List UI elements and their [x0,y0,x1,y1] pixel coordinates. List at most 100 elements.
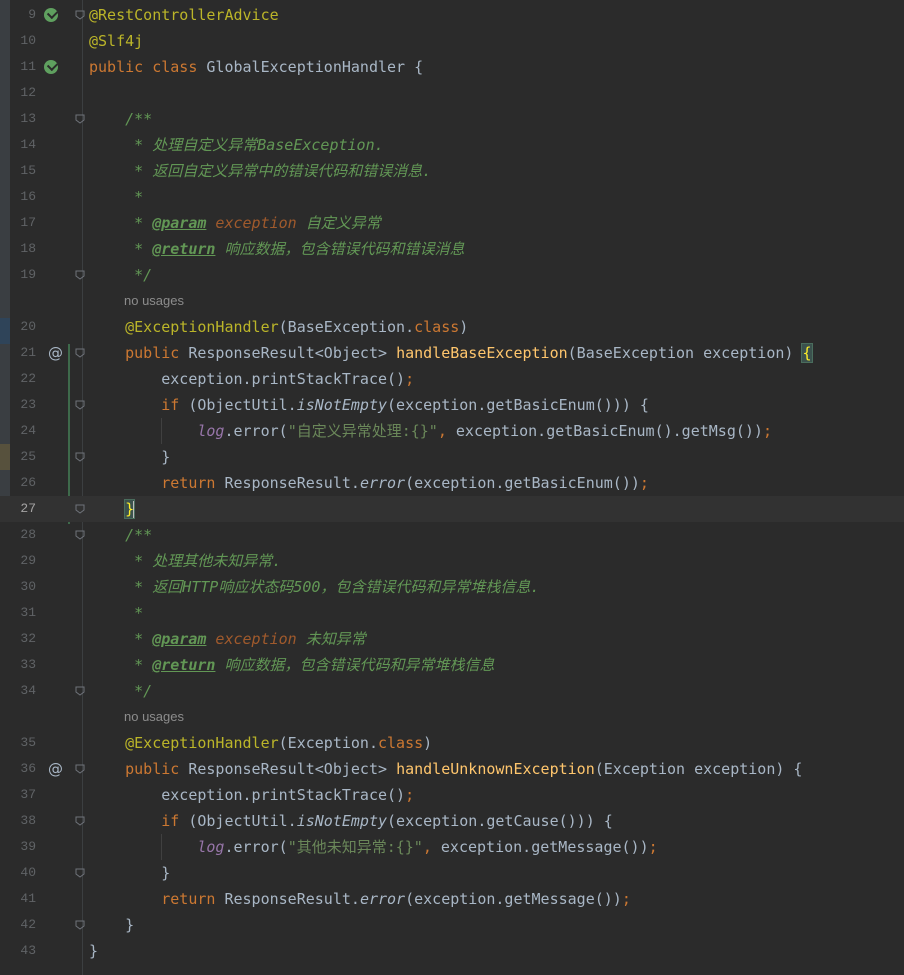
code-text[interactable]: } [89,860,170,886]
code-line[interactable]: 14 * 处理自定义异常BaseException. [0,132,904,158]
usages-hint[interactable]: no usages [124,288,184,314]
fold-icon[interactable] [75,452,85,462]
code-text[interactable]: return ResponseResult.error(exception.ge… [89,886,631,912]
line-number[interactable]: 25 [10,444,36,470]
line-number[interactable]: 22 [10,366,36,392]
line-number[interactable]: 23 [10,392,36,418]
code-text[interactable]: } [89,444,170,470]
code-line[interactable]: 17 * @param exception 自定义异常 [0,210,904,236]
code-text[interactable]: * 返回HTTP响应状态码500，包含错误代码和异常堆栈信息. [89,574,539,600]
spring-bean-icon[interactable] [44,8,58,22]
code-text[interactable]: */ [89,678,152,704]
code-line[interactable]: 15 * 返回自定义异常中的错误代码和错误消息. [0,158,904,184]
line-number[interactable]: 24 [10,418,36,444]
line-number[interactable]: 20 [10,314,36,340]
code-text[interactable]: * 处理自定义异常BaseException. [89,132,384,158]
line-number[interactable]: 30 [10,574,36,600]
line-number[interactable]: 12 [10,80,36,106]
line-number[interactable]: 37 [10,782,36,808]
line-number[interactable]: 26 [10,470,36,496]
code-line[interactable]: 42 } [0,912,904,938]
line-number[interactable]: 32 [10,626,36,652]
usages-hint[interactable]: no usages [124,704,184,730]
code-line[interactable]: 22 exception.printStackTrace(); [0,366,904,392]
line-number[interactable]: 39 [10,834,36,860]
request-mapping-icon[interactable]: @ [48,756,63,782]
code-line[interactable]: 23 if (ObjectUtil.isNotEmpty(exception.g… [0,392,904,418]
code-line[interactable]: 31 * [0,600,904,626]
fold-icon[interactable] [75,504,85,514]
code-text[interactable]: } [89,496,136,522]
fold-icon[interactable] [75,868,85,878]
line-number[interactable]: 11 [10,54,36,80]
code-line[interactable]: 18 * @return 响应数据，包含错误代码和错误消息 [0,236,904,262]
line-number[interactable]: 42 [10,912,36,938]
code-line[interactable]: 9 @RestControllerAdvice [0,2,904,28]
code-line[interactable]: 12 [0,80,904,106]
code-vision-hint-row[interactable]: no usages [0,288,904,314]
code-text[interactable]: */ [89,262,152,288]
line-number[interactable]: 40 [10,860,36,886]
code-line[interactable]: 43} [0,938,904,964]
line-number[interactable]: 38 [10,808,36,834]
line-number[interactable]: 16 [10,184,36,210]
line-number[interactable]: 35 [10,730,36,756]
code-line[interactable]: 25 } [0,444,904,470]
code-line[interactable]: 34 */ [0,678,904,704]
code-text[interactable]: @RestControllerAdvice [89,2,279,28]
line-number[interactable]: 43 [10,938,36,964]
line-number[interactable]: 31 [10,600,36,626]
code-text[interactable]: * [89,600,143,626]
code-text[interactable]: /** [89,106,152,132]
code-text[interactable]: * @param exception 未知异常 [89,626,366,652]
line-number[interactable]: 15 [10,158,36,184]
code-line[interactable]: 32 * @param exception 未知异常 [0,626,904,652]
code-line[interactable]: 20 @ExceptionHandler(BaseException.class… [0,314,904,340]
fold-icon[interactable] [75,530,85,540]
code-line[interactable]: 21 @ public ResponseResult<Object> handle… [0,340,904,366]
code-line[interactable]: 13 /** [0,106,904,132]
code-text[interactable]: @ExceptionHandler(Exception.class) [89,730,432,756]
code-line[interactable]: 39 log.error("其他未知异常:{}", exception.getM… [0,834,904,860]
code-line[interactable]: 33 * @return 响应数据，包含错误代码和异常堆栈信息 [0,652,904,678]
line-number[interactable]: 9 [10,2,36,28]
code-text[interactable]: } [89,938,98,964]
code-text[interactable]: public class GlobalExceptionHandler { [89,54,423,80]
code-text[interactable]: * @return 响应数据，包含错误代码和错误消息 [89,236,464,262]
code-line[interactable]: 27 } [0,496,904,522]
code-text[interactable]: if (ObjectUtil.isNotEmpty(exception.getB… [89,392,649,418]
fold-icon[interactable] [75,920,85,930]
fold-icon[interactable] [75,764,85,774]
code-line[interactable]: 24 log.error("自定义异常处理:{}", exception.get… [0,418,904,444]
line-number[interactable]: 28 [10,522,36,548]
spring-bean-icon[interactable] [44,60,58,74]
fold-icon[interactable] [75,270,85,280]
line-number[interactable]: 36 [10,756,36,782]
code-line[interactable]: 28 /** [0,522,904,548]
code-text[interactable]: @Slf4j [89,28,143,54]
line-number[interactable]: 14 [10,132,36,158]
code-text[interactable]: if (ObjectUtil.isNotEmpty(exception.getC… [89,808,613,834]
code-text[interactable]: exception.printStackTrace(); [89,366,414,392]
line-number[interactable]: 29 [10,548,36,574]
request-mapping-icon[interactable]: @ [48,340,63,366]
code-text[interactable]: * 处理其他未知异常. [89,548,281,574]
code-editor[interactable]: 9 @RestControllerAdvice 10 @Slf4j 11 public c… [0,0,904,975]
code-text[interactable]: return ResponseResult.error(exception.ge… [89,470,649,496]
line-number[interactable]: 34 [10,678,36,704]
fold-icon[interactable] [75,114,85,124]
line-number[interactable]: 21 [10,340,36,366]
code-line[interactable]: 29 * 处理其他未知异常. [0,548,904,574]
code-line[interactable]: 37 exception.printStackTrace(); [0,782,904,808]
code-text[interactable]: * @return 响应数据，包含错误代码和异常堆栈信息 [89,652,494,678]
line-number[interactable]: 33 [10,652,36,678]
code-vision-hint-row[interactable]: no usages [0,704,904,730]
code-text[interactable]: log.error("自定义异常处理:{}", exception.getBas… [89,418,772,444]
code-text[interactable]: log.error("其他未知异常:{}", exception.getMess… [89,834,657,860]
code-line[interactable]: 38 if (ObjectUtil.isNotEmpty(exception.g… [0,808,904,834]
code-text[interactable]: @ExceptionHandler(BaseException.class) [89,314,468,340]
code-line[interactable]: 10 @Slf4j [0,28,904,54]
code-text[interactable]: public ResponseResult<Object> handleBase… [89,340,813,366]
code-line[interactable]: 26 return ResponseResult.error(exception… [0,470,904,496]
fold-icon[interactable] [75,348,85,358]
